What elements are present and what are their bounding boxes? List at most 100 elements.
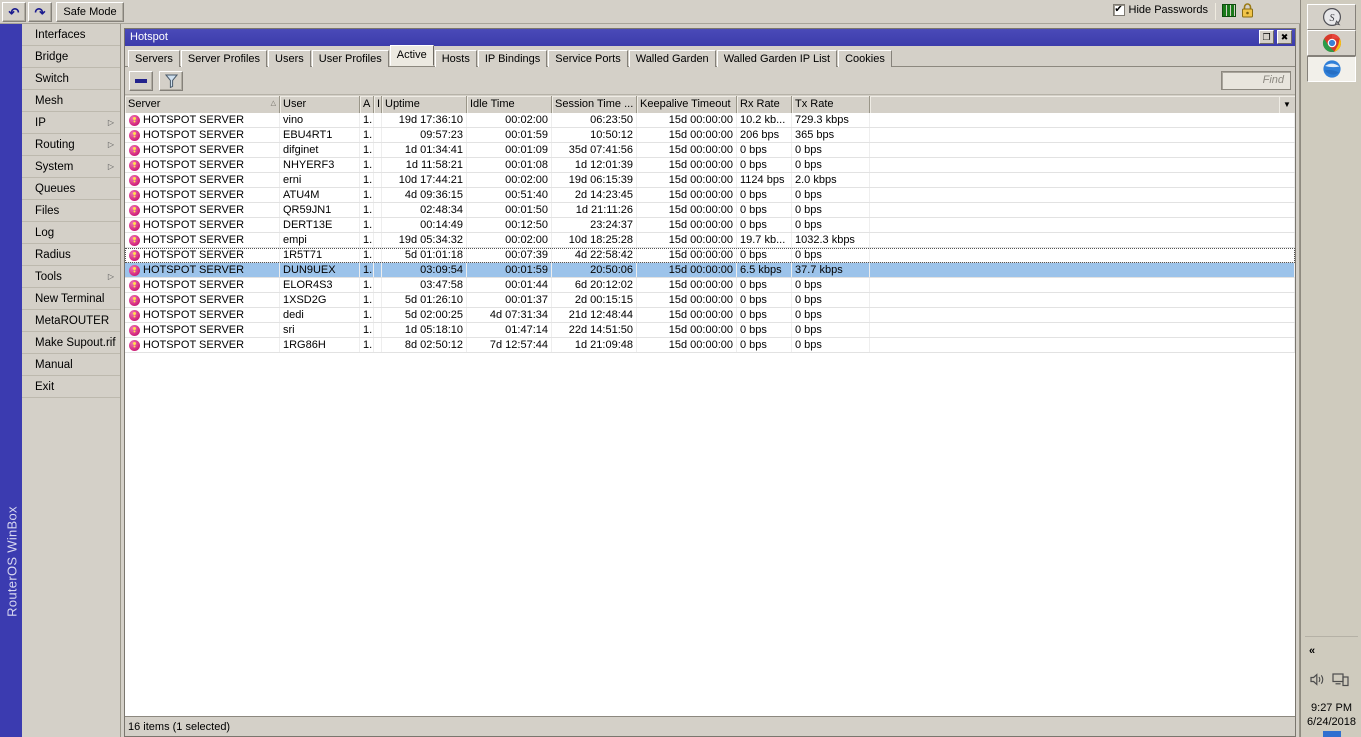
sidebar-item-log[interactable]: Log bbox=[22, 222, 120, 244]
cell-address: 1. 0 bbox=[360, 158, 374, 172]
undo-arrow-icon: ↶ bbox=[8, 4, 20, 20]
sidebar-item-files[interactable]: Files bbox=[22, 200, 120, 222]
cell-server-text: HOTSPOT SERVER bbox=[143, 324, 245, 336]
tab-walled-garden[interactable]: Walled Garden bbox=[628, 50, 716, 67]
column-header-i[interactable]: I bbox=[374, 96, 382, 113]
cell-session: 21d 12:48:44 bbox=[552, 308, 637, 322]
sidebar-item-metarouter[interactable]: MetaROUTER bbox=[22, 310, 120, 332]
tab-active[interactable]: Active bbox=[389, 45, 434, 66]
cell-tx: 729.3 kbps bbox=[792, 113, 870, 127]
cell-uptime: 8d 02:50:12 bbox=[382, 338, 467, 352]
taskbar-winbox-button[interactable] bbox=[1307, 56, 1356, 82]
cell-server-text: HOTSPOT SERVER bbox=[143, 129, 245, 141]
table-row[interactable]: HOTSPOT SERVER 1RG86H1. 8 8d 02:50:127d 12… bbox=[125, 338, 1295, 353]
close-window-button[interactable]: ✖ bbox=[1277, 30, 1292, 44]
table-row[interactable]: HOTSPOT SERVER ELOR4S31. 3 03:47:5800:01:4… bbox=[125, 278, 1295, 293]
column-chooser-dropdown[interactable]: ▼ bbox=[1279, 96, 1295, 113]
table-row[interactable]: HOTSPOT SERVER dedi1. 0 5d 02:00:254d 07:3… bbox=[125, 308, 1295, 323]
column-header-address[interactable]: A bbox=[360, 96, 374, 113]
cell-address: 1. 3 bbox=[360, 278, 374, 292]
cell-address: 1. 7 bbox=[360, 233, 374, 247]
tab-hosts[interactable]: Hosts bbox=[434, 50, 477, 67]
sidebar-item-bridge[interactable]: Bridge bbox=[22, 46, 120, 68]
hide-passwords-checkbox[interactable]: ✔ Hide Passwords bbox=[1112, 4, 1208, 16]
cell-user: EBU4RT1 bbox=[280, 128, 360, 142]
sidebar-item-switch[interactable]: Switch bbox=[22, 68, 120, 90]
column-header-uptime[interactable]: Uptime bbox=[382, 96, 467, 113]
sidebar-item-radius[interactable]: Radius bbox=[22, 244, 120, 266]
show-hidden-icons-chevron[interactable]: « bbox=[1309, 645, 1315, 657]
cell-filler bbox=[870, 248, 1295, 262]
sidebar-item-exit[interactable]: Exit bbox=[22, 376, 120, 398]
cell-i bbox=[374, 308, 382, 322]
tab-walled-garden-ip-list[interactable]: Walled Garden IP List bbox=[716, 50, 838, 67]
find-input[interactable]: Find bbox=[1221, 71, 1291, 90]
table-row[interactable]: HOTSPOT SERVER vino1. 0 19d 17:36:1000:02:… bbox=[125, 113, 1295, 128]
sidebar-item-new-terminal[interactable]: New Terminal bbox=[22, 288, 120, 310]
table-row[interactable]: HOTSPOT SERVER empi1. 7 19d 05:34:3200:02:… bbox=[125, 233, 1295, 248]
sidebar-item-tools[interactable]: Tools ▷ bbox=[22, 266, 120, 288]
cell-uptime: 5d 02:00:25 bbox=[382, 308, 467, 322]
close-icon: ✖ bbox=[1280, 31, 1289, 42]
table-row[interactable]: HOTSPOT SERVER sri1. A 1d 05:18:1001:47:14… bbox=[125, 323, 1295, 338]
cell-uptime: 00:14:49 bbox=[382, 218, 467, 232]
remove-button[interactable] bbox=[129, 71, 153, 91]
cell-idle: 00:01:08 bbox=[467, 158, 552, 172]
taskbar-chrome-button[interactable] bbox=[1307, 30, 1356, 56]
redo-button[interactable]: ↷ bbox=[28, 2, 52, 22]
table-row[interactable]: HOTSPOT SERVER DERT13E1. 0 00:14:4900:12:5… bbox=[125, 218, 1295, 233]
safe-mode-button[interactable]: Safe Mode bbox=[56, 2, 124, 22]
tab-user-profiles[interactable]: User Profiles bbox=[311, 50, 389, 67]
taskbar-clock[interactable]: 9:27 PM 6/24/2018 bbox=[1301, 701, 1361, 729]
table-row[interactable]: HOTSPOT SERVER DUN9UEX1. 0 03:09:5400:01:5… bbox=[125, 263, 1295, 278]
column-header-rx[interactable]: Rx Rate bbox=[737, 96, 792, 113]
table-row[interactable]: HOTSPOT SERVER erni1. 9 10d 17:44:2100:02:… bbox=[125, 173, 1295, 188]
cell-keepalive: 15d 00:00:00 bbox=[637, 218, 737, 232]
cell-keepalive: 15d 00:00:00 bbox=[637, 263, 737, 277]
cell-idle: 7d 12:57:44 bbox=[467, 338, 552, 352]
cell-user: vino bbox=[280, 113, 360, 127]
table-row[interactable]: HOTSPOT SERVER NHYERF31. 0 1d 11:58:2100:0… bbox=[125, 158, 1295, 173]
tab-servers[interactable]: Servers bbox=[128, 50, 180, 67]
table-row[interactable]: HOTSPOT SERVER difginet1. 4 1d 01:34:4100:… bbox=[125, 143, 1295, 158]
column-header-session[interactable]: Session Time ... bbox=[552, 96, 637, 113]
hotspot-user-key-icon bbox=[129, 309, 140, 321]
table-row[interactable]: HOTSPOT SERVER ATU4M1. 0 4d 09:36:1500:51:… bbox=[125, 188, 1295, 203]
table-row[interactable]: HOTSPOT SERVER EBU4RT11. 6 09:57:2300:01:5… bbox=[125, 128, 1295, 143]
sidebar-item-interfaces[interactable]: Interfaces bbox=[22, 24, 120, 46]
sidebar-item-ip[interactable]: IP ▷ bbox=[22, 112, 120, 134]
table-row[interactable]: HOTSPOT SERVER QR59JN11. 8 02:48:3400:01:5… bbox=[125, 203, 1295, 218]
padlock-icon[interactable] bbox=[1241, 3, 1254, 18]
sidebar-item-make-supout-rif[interactable]: Make Supout.rif bbox=[22, 332, 120, 354]
table-row[interactable]: HOTSPOT SERVER 1R5T711. 8 5d 01:01:1800:07… bbox=[125, 248, 1295, 263]
green-bars-icon[interactable] bbox=[1222, 4, 1236, 17]
table-row[interactable]: HOTSPOT SERVER 1XSD2G1. 0 5d 01:26:1000:01… bbox=[125, 293, 1295, 308]
active-sessions-table: ServerUserAIUptimeIdle TimeSession Time … bbox=[125, 96, 1295, 717]
sidebar-item-system[interactable]: System ▷ bbox=[22, 156, 120, 178]
undo-button[interactable]: ↶ bbox=[2, 2, 26, 22]
winbox-vertical-brand: RouterOS WinBox bbox=[4, 506, 20, 617]
column-header-tx[interactable]: Tx Rate bbox=[792, 96, 870, 113]
cell-rx: 0 bps bbox=[737, 188, 792, 202]
sidebar-item-queues[interactable]: Queues bbox=[22, 178, 120, 200]
sidebar-item-routing[interactable]: Routing ▷ bbox=[22, 134, 120, 156]
cell-user: sri bbox=[280, 323, 360, 337]
tab-ip-bindings[interactable]: IP Bindings bbox=[477, 50, 548, 67]
column-header-keepalive[interactable]: Keepalive Timeout bbox=[637, 96, 737, 113]
tab-service-ports[interactable]: Service Ports bbox=[548, 50, 628, 67]
column-header-user[interactable]: User bbox=[280, 96, 360, 113]
restore-window-button[interactable]: ❐ bbox=[1259, 30, 1274, 44]
filter-button[interactable] bbox=[159, 71, 183, 91]
taskbar-skype-button[interactable]: S bbox=[1307, 4, 1356, 30]
column-header-idle[interactable]: Idle Time bbox=[467, 96, 552, 113]
column-header-server[interactable]: Server bbox=[125, 96, 280, 113]
sidebar-item-mesh[interactable]: Mesh bbox=[22, 90, 120, 112]
cell-session: 2d 00:15:15 bbox=[552, 293, 637, 307]
cell-filler bbox=[870, 278, 1295, 292]
sidebar-item-manual[interactable]: Manual bbox=[22, 354, 120, 376]
tab-server-profiles[interactable]: Server Profiles bbox=[180, 50, 268, 67]
tab-cookies[interactable]: Cookies bbox=[838, 50, 892, 67]
hotspot-titlebar[interactable]: Hotspot ❐ ✖ bbox=[125, 29, 1295, 46]
sidebar-item-label: Switch bbox=[35, 73, 69, 85]
tab-users[interactable]: Users bbox=[268, 50, 311, 67]
